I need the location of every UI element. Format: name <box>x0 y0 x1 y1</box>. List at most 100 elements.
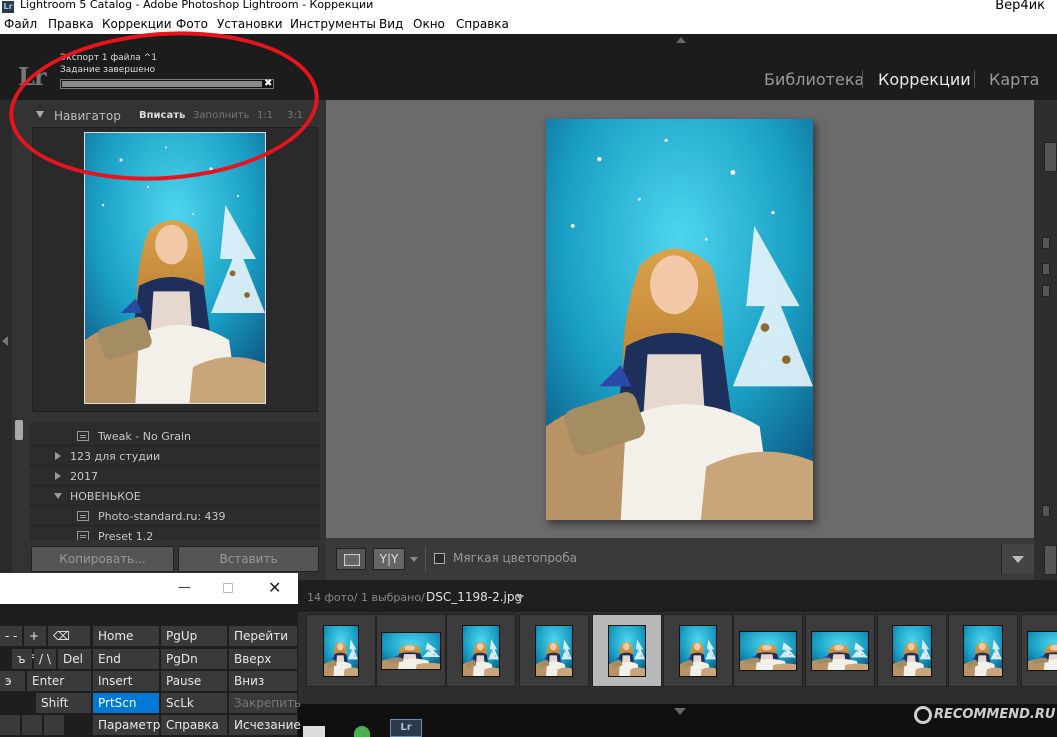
keyboard-key[interactable]: Перейти <box>229 626 297 646</box>
menu-develop[interactable]: Коррекции <box>102 17 172 31</box>
keyboard-key[interactable]: PrtScn <box>93 693 159 713</box>
taskbar-icon[interactable] <box>354 726 370 737</box>
keyboard-key[interactable]: Enter <box>27 671 91 691</box>
keyboard-key[interactable]: э <box>0 671 25 691</box>
filmstrip-thumbnail[interactable] <box>446 614 516 687</box>
keyboard-key[interactable]: ъ <box>12 649 32 669</box>
thumbnail-image <box>963 624 1003 677</box>
before-after-button[interactable]: Y|Y <box>373 548 405 570</box>
filmstrip-thumbnail[interactable] <box>948 614 1018 687</box>
thumbnail-image <box>679 624 717 677</box>
taskbar-lightroom-icon[interactable]: Lr <box>390 719 422 737</box>
preset-label: Photo-standard.ru: 439 <box>98 510 226 523</box>
filmstrip-thumbnail[interactable] <box>1021 614 1057 687</box>
module-map[interactable]: Карта <box>989 70 1039 89</box>
keyboard-key[interactable]: Home <box>93 626 159 646</box>
right-panel-button[interactable] <box>1044 142 1057 172</box>
filmstrip-filename[interactable]: DSC_1198-2.jpg <box>426 590 522 604</box>
right-panel-slider[interactable] <box>1042 285 1050 297</box>
right-panel-slider[interactable] <box>1042 237 1050 249</box>
menu-settings[interactable]: Установки <box>217 17 283 31</box>
preset-folder[interactable]: НОВЕНЬКОЕ <box>30 486 320 506</box>
menu-file[interactable]: Файл <box>4 17 37 31</box>
preset-label: Preset 1.2 <box>98 530 154 540</box>
menu-tools[interactable]: Инструменты <box>290 17 376 31</box>
filmstrip-thumbnail[interactable] <box>733 614 803 687</box>
preset-item[interactable]: Photo-standard.ru: 439 <box>30 506 320 526</box>
before-after-dropdown-icon[interactable] <box>410 557 418 562</box>
taskbar-icon[interactable] <box>303 726 325 737</box>
filmstrip-thumbnail[interactable] <box>306 614 376 687</box>
preset-folder[interactable]: 123 для студии <box>30 446 320 466</box>
minimize-icon[interactable]: — <box>178 580 191 595</box>
keyboard-key[interactable]: Insert <box>93 671 159 691</box>
keyboard-key[interactable]: ScLk <box>161 693 227 713</box>
main-photo[interactable] <box>546 119 813 520</box>
keyboard-key[interactable]: Закрепить <box>229 693 301 713</box>
right-panel-button[interactable] <box>1044 545 1057 575</box>
loupe-view-button[interactable] <box>336 548 366 570</box>
module-develop[interactable]: Коррекции <box>878 70 971 89</box>
filmstrip-thumbnail[interactable] <box>877 614 947 687</box>
keyboard-key[interactable]: + = <box>24 626 46 663</box>
filmstrip-thumbnail[interactable] <box>805 614 875 687</box>
window-title: Lightroom 5 Catalog - Adobe Photoshop Li… <box>20 0 374 11</box>
preset-icon <box>77 531 89 540</box>
filmstrip-thumbnail[interactable] <box>592 614 662 687</box>
left-panel-scrollbar[interactable] <box>15 420 23 440</box>
watermark-logo <box>914 706 932 724</box>
preset-item[interactable]: Preset 1.2 <box>30 526 320 540</box>
menu-photo[interactable]: Фото <box>176 17 208 31</box>
filmstrip-thumbnail[interactable] <box>376 614 446 687</box>
paste-settings-button[interactable]: Вставить <box>178 546 319 572</box>
keyboard-key[interactable]: Del <box>58 649 91 669</box>
collapse-top-arrow-icon[interactable] <box>676 37 686 43</box>
keyboard-key[interactable]: Shift <box>36 693 91 713</box>
preset-icon <box>77 431 89 441</box>
copy-settings-button[interactable]: Копировать... <box>31 546 174 572</box>
filmstrip-thumbnail[interactable] <box>663 614 733 687</box>
right-panel-slider[interactable] <box>1042 263 1050 275</box>
menu-edit[interactable]: Правка <box>48 17 94 31</box>
keyboard-key[interactable]: Исчезание <box>229 715 301 735</box>
keyboard-key[interactable]: PgDn <box>161 649 227 669</box>
user-name: Вер4ик <box>995 0 1045 13</box>
menu-view[interactable]: Вид <box>379 17 403 31</box>
lightroom-app-icon: Lr <box>2 1 14 13</box>
collapse-bottom-arrow-icon[interactable] <box>674 708 686 715</box>
keyboard-key[interactable]: PgUp <box>161 626 227 646</box>
keyboard-key[interactable]: End <box>93 649 159 669</box>
collapse-left-arrow-icon[interactable] <box>2 336 8 346</box>
keyboard-arrow-key[interactable] <box>0 715 20 735</box>
close-icon[interactable]: ✕ <box>268 578 281 597</box>
soft-proof-label: Мягкая цветопроба <box>453 551 578 565</box>
thumbnail-image <box>535 624 573 677</box>
screen: Lr Lightroom 5 Catalog - Adobe Photoshop… <box>0 0 1057 737</box>
keyboard-arrow-key[interactable] <box>22 715 42 735</box>
folder-collapse-icon[interactable] <box>54 493 62 499</box>
filmstrip-thumbnail[interactable] <box>519 614 589 687</box>
keyboard-key[interactable]: / \ <box>34 649 56 669</box>
maximize-icon[interactable] <box>223 583 233 593</box>
preset-folder[interactable]: 2017 <box>30 466 320 486</box>
menu-window[interactable]: Окно <box>413 17 445 31</box>
menu-bar: Файл Правка Коррекции Фото Установки Инс… <box>0 14 1057 34</box>
keyboard-key[interactable]: - - <box>0 626 22 646</box>
keyboard-key[interactable]: Параметры <box>93 715 170 735</box>
filename-dropdown-icon[interactable] <box>516 595 524 600</box>
menu-help[interactable]: Справка <box>456 17 509 31</box>
keyboard-key[interactable]: Pause <box>161 671 227 691</box>
keyboard-key[interactable]: Вверх <box>229 649 297 669</box>
folder-expand-icon[interactable] <box>55 452 61 460</box>
module-library[interactable]: Библиотека <box>764 70 864 89</box>
soft-proof-checkbox[interactable] <box>434 553 445 564</box>
folder-expand-icon[interactable] <box>55 472 61 480</box>
right-panel-slider[interactable] <box>1042 505 1050 517</box>
keyboard-key[interactable]: ⌫ <box>48 626 90 646</box>
keyboard-arrow-key[interactable] <box>44 715 64 735</box>
thumbnail-image <box>462 624 500 677</box>
preset-item[interactable]: Tweak - No Grain <box>30 426 320 446</box>
toolbar-menu-button[interactable] <box>1001 544 1034 574</box>
keyboard-key[interactable]: Справка <box>161 715 227 735</box>
keyboard-key[interactable]: Вниз <box>229 671 297 691</box>
